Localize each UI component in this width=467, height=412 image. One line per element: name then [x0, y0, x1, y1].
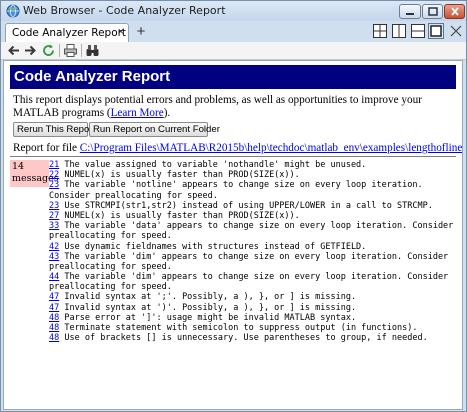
rerun-report-button[interactable]: Rerun This Report — [13, 122, 95, 137]
title-bar[interactable]: Web Browser - Code Analyzer Report — [1, 1, 466, 21]
line-number-link[interactable]: 33 — [49, 221, 59, 231]
message-text: Use of brackets [] is unnecessary. Use p… — [59, 333, 428, 344]
run-report-current-folder-button[interactable]: Run Report on Current Folder — [89, 122, 220, 137]
left-right-layout-icon[interactable] — [391, 23, 407, 39]
message-text: preallocating for speed. — [49, 282, 172, 293]
minimize-icon — [406, 12, 414, 15]
line-number-link[interactable]: 23 — [49, 180, 59, 190]
undock-icon[interactable] — [448, 23, 464, 39]
maximize-document-icon[interactable] — [428, 23, 444, 39]
message-row: 47 Invalid syntax at ';'. Possibly, a ),… — [49, 292, 459, 302]
message-text: preallocating for speed. — [49, 261, 172, 272]
close-window-button[interactable] — [444, 4, 465, 19]
forward-arrow-icon[interactable] — [23, 43, 38, 58]
message-row: Consider preallocating for speed. — [49, 191, 459, 201]
line-number-link[interactable]: 27 — [49, 211, 59, 221]
file-path-link[interactable]: C:\Program Files\MATLAB\R2015b\help\tech… — [80, 142, 462, 154]
browser-window: Web Browser - Code Analyzer Report Code … — [0, 0, 467, 412]
message-row: 43 The variable 'dim' appears to change … — [49, 252, 459, 262]
new-tab-button[interactable]: + — [132, 24, 150, 41]
message-text: Invalid syntax at ')'. Possibly, a ), },… — [59, 302, 357, 313]
message-row: 23 The variable 'notline' appears to cha… — [49, 180, 459, 190]
message-text: The value assigned to variable 'nothandl… — [59, 160, 367, 170]
back-arrow-icon[interactable] — [6, 43, 21, 58]
divider — [10, 156, 456, 157]
report-for-label: Report for file — [13, 142, 77, 154]
message-row: 44 The variable 'dim' appears to change … — [49, 272, 459, 282]
message-text: The variable 'dim' appears to change siz… — [59, 272, 449, 283]
line-number-link[interactable]: 48 — [49, 333, 59, 343]
message-row: 21 The value assigned to variable 'notha… — [49, 160, 459, 170]
line-number-link[interactable]: 21 — [49, 160, 59, 170]
tab-code-analyzer-report[interactable]: Code Analyzer Report × — [5, 23, 129, 42]
line-number-link[interactable]: 48 — [49, 323, 59, 333]
line-number-link[interactable]: 48 — [49, 313, 59, 323]
report-for-line: Report for file C:\Program Files\MATLAB\… — [13, 142, 462, 154]
message-text: Parse error at ']': usage might be inval… — [59, 312, 357, 323]
toolbar-separator — [59, 44, 60, 57]
description-suffix: ). — [163, 107, 171, 119]
message-text: The variable 'dim' appears to change siz… — [59, 251, 449, 262]
line-number-link[interactable]: 47 — [49, 303, 59, 313]
window-title: Web Browser - Code Analyzer Report — [23, 4, 226, 17]
message-row: 27 NUMEL(x) is usually faster than PROD(… — [49, 211, 459, 221]
browser-toolbar — [1, 42, 466, 60]
message-row: 47 Invalid syntax at ')'. Possibly, a ),… — [49, 303, 459, 313]
message-row: preallocating for speed. — [49, 282, 459, 292]
report-description: This report displays potential errors an… — [13, 94, 453, 120]
message-row: 48 Terminate statement with semicolon to… — [49, 323, 459, 333]
top-bottom-layout-icon[interactable] — [410, 23, 426, 39]
maximize-icon — [427, 7, 438, 16]
message-text: Use dynamic fieldnames with structures i… — [59, 241, 367, 252]
message-count: 14 — [12, 161, 25, 172]
print-icon[interactable] — [63, 43, 78, 58]
line-number-link[interactable]: 44 — [49, 272, 59, 282]
message-row: 33 The variable 'data' appears to change… — [49, 221, 459, 231]
tab-close-icon[interactable]: × — [118, 26, 124, 38]
message-count-badge: 14 messages — [10, 160, 59, 187]
toolbar-separator — [81, 44, 82, 57]
message-text: Use STRCMPI(str1,str2) instead of using … — [59, 200, 433, 211]
message-text: The variable 'notline' appears to change… — [59, 180, 423, 191]
message-text: Invalid syntax at ';'. Possibly, a ), },… — [59, 292, 357, 303]
message-text: The variable 'data' appears to change si… — [59, 221, 454, 232]
line-number-link[interactable]: 23 — [49, 201, 59, 211]
message-row: 48 Use of brackets [] is unnecessary. Us… — [49, 333, 459, 343]
message-text: preallocating for speed. — [49, 231, 172, 242]
find-binoculars-icon[interactable] — [85, 43, 100, 58]
tile-layout-icon[interactable] — [372, 23, 388, 39]
maximize-button[interactable] — [422, 4, 443, 19]
message-row: preallocating for speed. — [49, 231, 459, 241]
message-text: Consider preallocating for speed. — [49, 190, 218, 201]
message-row: 22 NUMEL(x) is usually faster than PROD(… — [49, 170, 459, 180]
report-header: Code Analyzer Report — [10, 65, 456, 89]
page-title: Code Analyzer Report — [14, 68, 171, 85]
description-text: This report displays potential errors an… — [13, 94, 422, 119]
line-number-link[interactable]: 22 — [49, 170, 59, 180]
message-row: preallocating for speed. — [49, 262, 459, 272]
message-row: 42 Use dynamic fieldnames with structure… — [49, 242, 459, 252]
line-number-link[interactable]: 43 — [49, 252, 59, 262]
message-text: NUMEL(x) is usually faster than PROD(SIZ… — [59, 170, 300, 181]
line-number-link[interactable]: 42 — [49, 242, 59, 252]
message-row: 23 Use STRCMPI(str1,str2) instead of usi… — [49, 201, 459, 211]
line-number-link[interactable]: 47 — [49, 292, 59, 302]
learn-more-link[interactable]: Learn More — [111, 107, 164, 119]
minimize-button[interactable] — [399, 4, 421, 19]
tab-strip: Code Analyzer Report × + — [1, 21, 466, 42]
report-content: Code Analyzer Report This report display… — [3, 60, 463, 410]
messages-list: 21 The value assigned to variable 'notha… — [49, 160, 459, 343]
message-row: 48 Parse error at ']': usage might be in… — [49, 313, 459, 323]
tab-label: Code Analyzer Report — [12, 27, 127, 39]
message-text: NUMEL(x) is usually faster than PROD(SIZ… — [59, 210, 300, 221]
globe-icon — [6, 4, 20, 18]
close-icon — [450, 7, 459, 16]
message-text: Terminate statement with semicolon to su… — [59, 323, 418, 333]
refresh-icon[interactable] — [41, 43, 56, 58]
